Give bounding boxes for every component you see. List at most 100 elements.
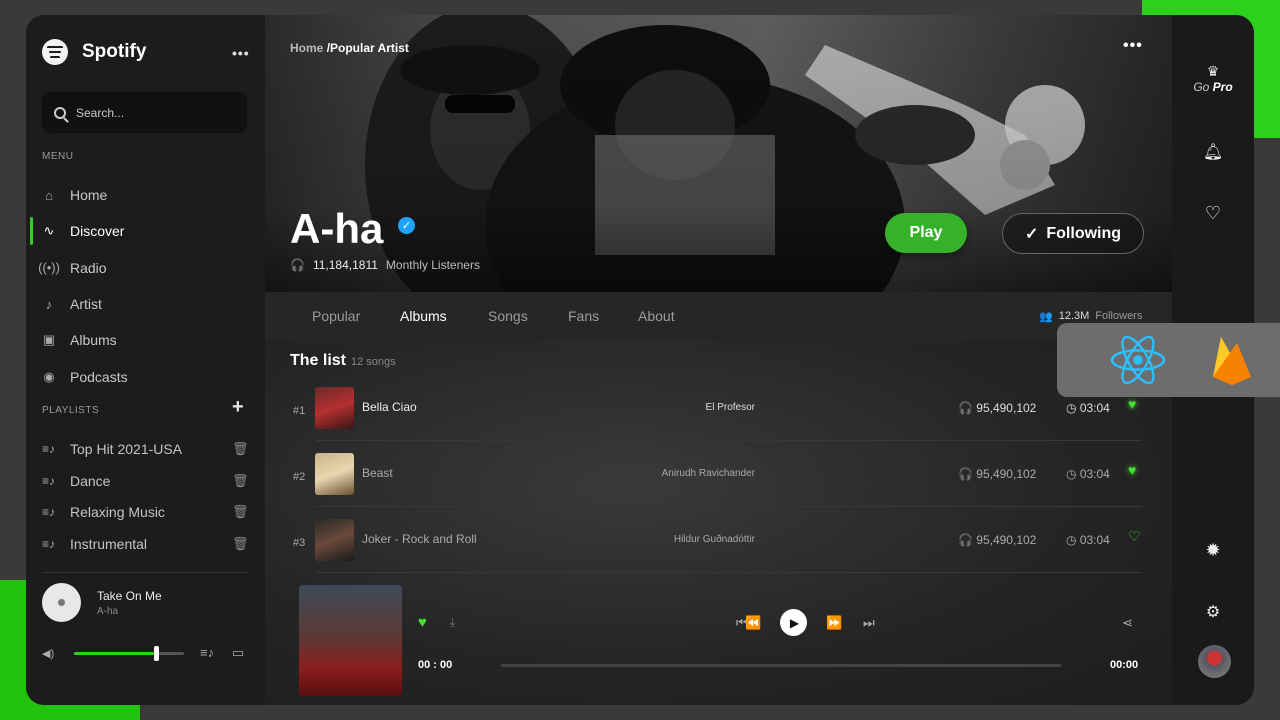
followers-label: Followers	[1095, 310, 1143, 322]
playlist-item[interactable]: ≡♪ Dance 🗑	[26, 465, 265, 497]
plays-count: 95,490,102	[976, 533, 1037, 547]
heart-icon[interactable]: ♥	[418, 614, 427, 631]
bell-icon[interactable]: 🔔︎	[1172, 142, 1254, 162]
playlist-icon: ≡♪	[42, 505, 56, 520]
playlist-label: Top Hit 2021-USA	[70, 440, 183, 457]
playlists-label: PLAYLISTS	[42, 405, 100, 416]
more-options-icon[interactable]: •••	[232, 45, 250, 61]
settings-icon[interactable]: ✹	[1172, 540, 1254, 561]
share-icon[interactable]: ⋖	[1122, 615, 1133, 631]
song-thumbnail	[315, 453, 354, 495]
brand[interactable]: Spotify	[42, 39, 146, 65]
queue-icon[interactable]: ≡♪	[200, 645, 214, 660]
artist-name: A-ha	[290, 205, 384, 252]
sidebar-item-discover[interactable]: ∿ Discover	[26, 213, 265, 249]
fast-forward-icon[interactable]: ⏩	[826, 615, 842, 631]
song-plays: 🎧 95,490,102	[958, 401, 1036, 415]
brand-name: Spotify	[82, 41, 147, 62]
sidebar-item-albums[interactable]: ▣ Albums	[26, 322, 265, 358]
album-cover	[299, 585, 402, 696]
home-icon: ⌂	[45, 187, 53, 203]
firebase-logo-icon	[1213, 337, 1251, 385]
plays-count: 95,490,102	[976, 401, 1037, 415]
main-menu: ⌂ Home ∿ Discover ((•)) Radio ♪ Artist ▣…	[26, 177, 265, 395]
sidebar-item-label: Podcasts	[70, 368, 128, 385]
trash-icon[interactable]: 🗑	[232, 473, 249, 489]
playlist-item[interactable]: ≡♪ Relaxing Music 🗑	[26, 496, 265, 528]
play-pause-button[interactable]: ▶	[780, 609, 807, 636]
avatar[interactable]	[1198, 645, 1231, 678]
tab-songs[interactable]: Songs	[488, 308, 528, 324]
followers: 👥 12.3M Followers	[1039, 310, 1142, 323]
volume-slider[interactable]	[74, 646, 184, 661]
playlist-item[interactable]: ≡♪ Instrumental 🗑	[26, 528, 265, 560]
trash-icon[interactable]: 🗑	[232, 441, 249, 457]
sidebar-item-podcasts[interactable]: ◉ Podcasts	[26, 358, 265, 394]
tab-popular[interactable]: Popular	[312, 308, 360, 324]
tab-about[interactable]: About	[638, 308, 675, 324]
skip-next-icon[interactable]: ⏭	[863, 615, 875, 631]
gears-icon[interactable]: ⚙	[1172, 602, 1254, 622]
search-input[interactable]	[76, 105, 226, 120]
volume-fill	[74, 652, 157, 655]
sidebar-item-artist[interactable]: ♪ Artist	[26, 286, 265, 322]
add-playlist-icon[interactable]: +	[232, 396, 244, 419]
row-divider	[316, 440, 1142, 441]
sidebar: Spotify ••• MENU ⌂ Home ∿ Discover ((•))…	[26, 15, 265, 705]
volume-control: ◀) ≡♪ ▭	[42, 645, 252, 661]
table-row[interactable]: #2 Beast Anirudh Ravichander 🎧 95,490,10…	[290, 449, 1142, 507]
song-title: Joker - Rock and Roll	[362, 532, 477, 546]
list-title: The list	[290, 352, 347, 369]
song-thumbnail	[315, 519, 354, 561]
go-pro[interactable]: ♛ Go Pro	[1172, 63, 1254, 94]
song-artist[interactable]: El Profesor	[620, 402, 755, 413]
volume-icon[interactable]: ◀)	[42, 647, 62, 660]
device-icon[interactable]: ▭	[232, 645, 244, 661]
song-rank: #1	[293, 405, 306, 417]
duration-value: 03:04	[1079, 401, 1110, 415]
playlist-label: Dance	[70, 472, 111, 489]
song-artist[interactable]: Anirudh Ravichander	[620, 468, 755, 479]
go-pro-label: Go Pro	[1172, 80, 1254, 94]
volume-knob[interactable]	[153, 646, 159, 661]
playlist-list: ≡♪ Top Hit 2021-USA 🗑 ≡♪ Dance 🗑 ≡♪ Rela…	[26, 433, 265, 560]
heart-icon[interactable]: ♥	[1128, 396, 1136, 412]
heart-outline-icon[interactable]: ♡	[1128, 528, 1141, 545]
playlist-item[interactable]: ≡♪ Top Hit 2021-USA 🗑	[26, 433, 265, 465]
sidebar-item-home[interactable]: ⌂ Home	[26, 177, 265, 213]
tab-fans[interactable]: Fans	[568, 308, 599, 324]
following-label: Following	[1046, 224, 1122, 242]
spotify-logo-icon	[42, 39, 68, 65]
time-elapsed: 00 : 00	[418, 659, 453, 671]
tab-albums[interactable]: Albums	[400, 308, 447, 344]
listeners-label: Monthly Listeners	[385, 258, 480, 272]
monthly-listeners: 🎧 11,184,1811 Monthly Listeners	[290, 258, 480, 272]
trash-icon[interactable]: 🗑	[232, 536, 249, 552]
sidebar-item-radio[interactable]: ((•)) Radio	[26, 250, 265, 286]
crown-icon: ♛	[1206, 63, 1220, 79]
now-playing-title: Take On Me	[97, 588, 162, 603]
play-button[interactable]: Play	[885, 213, 967, 253]
heart-outline-icon[interactable]: ♡	[1172, 203, 1254, 224]
table-row[interactable]: #1 Bella Ciao El Profesor 🎧 95,490,102 ◷…	[290, 383, 1142, 441]
following-button[interactable]: ✓ Following	[1002, 213, 1144, 254]
tech-logos-overlay	[1057, 323, 1280, 397]
clock-icon: ◷	[1066, 401, 1080, 415]
now-playing[interactable]: Take On Me A-ha	[42, 583, 162, 622]
trash-icon[interactable]: 🗑	[232, 504, 249, 520]
table-row[interactable]: #3 Joker - Rock and Roll Hildur Guðnadót…	[290, 515, 1142, 573]
more-options-icon[interactable]: •••	[1123, 37, 1143, 55]
sidebar-item-label: Radio	[70, 259, 107, 276]
download-icon[interactable]: ⤓	[450, 615, 455, 630]
progress-bar[interactable]	[501, 664, 1061, 667]
breadcrumb-current: /Popular Artist	[326, 41, 409, 55]
player-bar: ♥ ⤓ ⏮ ⏪ ▶ ⏩ ⏭ ⋖ 00 : 00 00:00	[290, 585, 1150, 700]
heart-icon[interactable]: ♥	[1128, 462, 1136, 478]
breadcrumb-home[interactable]: Home	[290, 41, 323, 55]
rewind-icon[interactable]: ⏪	[745, 615, 761, 631]
song-artist[interactable]: Hildur Guðnadóttir	[620, 534, 755, 545]
song-rank: #3	[293, 537, 306, 549]
song-list-section: The list 12 songs #1 Bella Ciao El Profe…	[265, 340, 1172, 705]
song-duration: ◷ 03:04	[1066, 467, 1110, 481]
sidebar-divider	[42, 572, 247, 573]
